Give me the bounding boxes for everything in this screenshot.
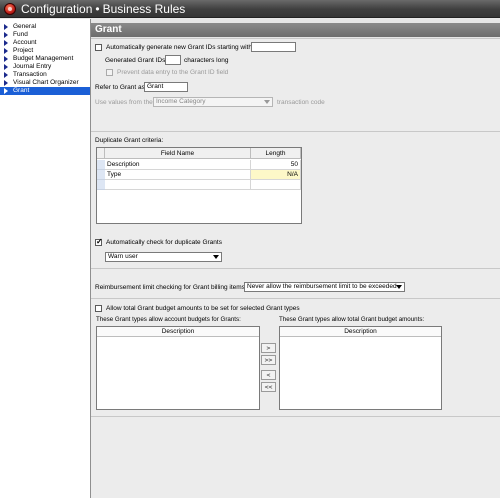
sidebar-item-fund[interactable]: Fund <box>0 31 90 39</box>
table-cell-field[interactable] <box>105 180 251 190</box>
use-values-select[interactable]: Income Category <box>153 97 273 107</box>
expand-arrow-icon <box>4 64 8 70</box>
refer-as-label: Refer to Grant as <box>95 84 145 91</box>
row-header[interactable] <box>97 170 105 180</box>
duplicate-criteria-section: Duplicate Grant criteria: Field Name Len… <box>91 131 500 268</box>
grid-corner <box>97 148 105 159</box>
reimbursement-select-value: Never allow the reimbursement limit to b… <box>247 283 397 290</box>
duplicate-criteria-grid: Field Name Length Description 50 Type N/… <box>96 147 302 224</box>
reimbursement-section: Reimbursement limit checking for Grant b… <box>91 268 500 298</box>
table-cell-field[interactable]: Description <box>105 160 251 170</box>
sidebar-item-label: Transaction <box>13 71 47 78</box>
table-cell-field[interactable]: Type <box>105 170 251 180</box>
auto-generate-checkbox[interactable] <box>95 44 102 51</box>
expand-arrow-icon <box>4 32 8 38</box>
expand-arrow-icon <box>4 80 8 86</box>
left-list-column-header: Description <box>97 327 259 337</box>
duplicate-criteria-label: Duplicate Grant criteria: <box>95 137 164 144</box>
prevent-entry-checkbox[interactable] <box>106 69 113 76</box>
auto-generate-label: Automatically generate new Grant IDs sta… <box>106 44 252 51</box>
total-budget-types-list[interactable]: Description <box>279 326 442 410</box>
row-header[interactable] <box>97 180 105 190</box>
right-list-column-header: Description <box>280 327 441 337</box>
move-all-left-button[interactable]: << <box>261 382 276 392</box>
generated-ids-label: Generated Grant IDs <box>105 57 166 64</box>
sidebar-item-project[interactable]: Project <box>0 47 90 55</box>
sidebar-item-journal-entry[interactable]: Journal Entry <box>0 63 90 71</box>
transaction-code-label: transaction code <box>277 99 325 106</box>
allow-budget-amounts-checkbox[interactable] <box>95 305 102 312</box>
table-cell-length[interactable]: 50 <box>251 160 301 170</box>
sidebar-item-budget-management[interactable]: Budget Management <box>0 55 90 63</box>
sidebar-item-label: Account <box>13 39 37 46</box>
expand-arrow-icon <box>4 72 8 78</box>
use-values-select-value: Income Category <box>156 98 206 105</box>
move-one-left-button[interactable]: < <box>261 370 276 380</box>
table-cell-length[interactable] <box>251 180 301 190</box>
sidebar-item-label: Project <box>13 47 34 54</box>
sidebar-item-label: Visual Chart Organizer <box>13 79 79 86</box>
sidebar-item-label: Journal Entry <box>13 63 52 70</box>
sidebar-item-label: General <box>13 23 37 30</box>
auto-check-duplicates-label: Automatically check for duplicate Grants <box>106 239 222 246</box>
section-divider <box>91 416 500 417</box>
sidebar-item-visual-chart-organizer[interactable]: Visual Chart Organizer <box>0 79 90 87</box>
expand-arrow-icon <box>4 56 8 62</box>
account-budget-types-list[interactable]: Description <box>96 326 260 410</box>
row-header[interactable] <box>97 160 105 170</box>
duplicate-action-select-value: Warn user <box>108 253 138 260</box>
budget-amounts-section: Allow total Grant budget amounts to be s… <box>91 298 500 498</box>
window-app-name: Configuration <box>21 2 93 16</box>
allow-budget-amounts-label: Allow total Grant budget amounts to be s… <box>106 305 300 312</box>
sidebar-item-account[interactable]: Account <box>0 39 90 47</box>
sidebar-item-label: Grant <box>13 87 30 94</box>
chevron-down-icon <box>212 254 220 260</box>
chevron-down-icon <box>395 284 403 290</box>
auto-check-duplicates-checkbox[interactable] <box>95 237 103 246</box>
sidebar-item-grant[interactable]: Grant <box>0 87 90 95</box>
expand-arrow-icon <box>4 24 8 30</box>
title-bar: Configuration • Business Rules <box>0 0 500 18</box>
id-length-input[interactable] <box>165 55 181 65</box>
sidebar-item-general[interactable]: General <box>0 23 90 31</box>
characters-long-label: characters long <box>184 57 229 64</box>
expand-arrow-icon <box>4 88 8 94</box>
sidebar: General Fund Account Project Budget Mana… <box>0 19 91 498</box>
app-logo-icon <box>4 3 16 15</box>
main-panel: Grant Automatically generate new Grant I… <box>91 19 500 498</box>
right-list-label: These Grant types allow total Grant budg… <box>279 316 425 323</box>
reimbursement-label: Reimbursement limit checking for Grant b… <box>95 284 247 291</box>
start-value-input[interactable] <box>251 42 296 52</box>
sidebar-item-label: Fund <box>13 31 28 38</box>
duplicate-action-select[interactable]: Warn user <box>105 252 222 262</box>
refer-as-input[interactable]: Grant <box>144 82 188 92</box>
column-header-length: Length <box>251 148 301 159</box>
expand-arrow-icon <box>4 40 8 46</box>
reimbursement-select[interactable]: Never allow the reimbursement limit to b… <box>244 282 405 292</box>
chevron-down-icon <box>263 99 271 105</box>
use-values-label: Use values from the <box>95 99 153 106</box>
table-cell-length[interactable]: N/A <box>251 170 301 180</box>
column-header-field-name: Field Name <box>105 148 251 159</box>
left-list-label: These Grant types allow account budgets … <box>96 316 241 323</box>
title-separator: • <box>95 2 100 16</box>
id-settings-section: Automatically generate new Grant IDs sta… <box>91 38 500 131</box>
move-all-right-button[interactable]: >> <box>261 355 276 365</box>
window-section: Business Rules <box>102 2 186 16</box>
sidebar-item-label: Budget Management <box>13 55 74 62</box>
expand-arrow-icon <box>4 48 8 54</box>
prevent-entry-label: Prevent data entry to the Grant ID field <box>117 69 229 76</box>
panel-title: Grant <box>91 23 500 37</box>
move-one-right-button[interactable]: > <box>261 343 276 353</box>
sidebar-item-transaction[interactable]: Transaction <box>0 71 90 79</box>
